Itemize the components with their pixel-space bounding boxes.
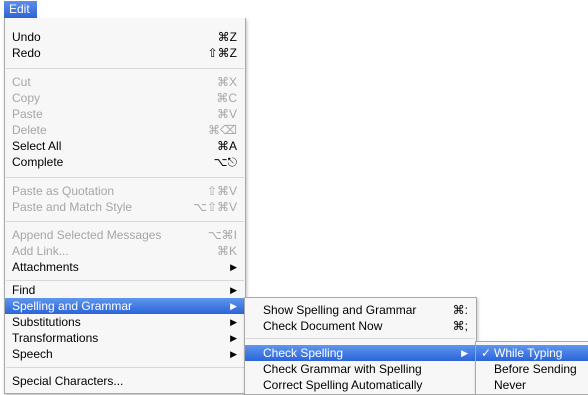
menu-item-paste-and-match-style[interactable]: Paste and Match Style ⌥⇧⌘V [5,199,245,215]
menu-item-label: Check Document Now [263,319,383,333]
menu-item-label: Find [12,283,36,297]
shortcut-label: ⌘X [216,75,237,89]
menu-item-label: Check Spelling [263,346,344,360]
shortcut-label: ⌘; [452,319,468,333]
menu-item-label: Redo [12,46,41,60]
menu-item-spelling-and-grammar[interactable]: Spelling and Grammar ▶ [5,298,245,314]
menu-item-check-spelling[interactable]: Check Spelling ▶ [245,345,476,361]
menu-item-label: Undo [12,30,41,44]
menu-item-check-document-now[interactable]: Check Document Now ⌘; [245,318,476,334]
menu-item-attachments[interactable]: Attachments ▶ [5,259,245,275]
menu-item-label: Never [494,378,527,392]
menu-item-label: Speech [12,347,53,361]
menu-item-undo[interactable]: Undo ⌘Z [5,29,245,45]
menu-separator [246,338,475,339]
menu-item-delete[interactable]: Delete ⌘⌫ [5,122,245,138]
menu-item-label: Attachments [12,260,79,274]
submenu-arrow-icon: ▶ [461,348,468,358]
menu-item-select-all[interactable]: Select All ⌘A [5,138,245,154]
submenu-arrow-icon: ▶ [230,301,237,311]
shortcut-label: ⌘⌫ [208,123,237,137]
menu-item-label: Check Grammar with Spelling [263,362,422,376]
menu-item-paste-as-quotation[interactable]: Paste as Quotation ⇧⌘V [5,183,245,199]
menu-item-label: Special Characters... [12,374,124,388]
submenu-arrow-icon: ▶ [230,333,237,343]
shortcut-label: ⌘A [216,139,237,153]
menu-item-check-grammar-with-spelling[interactable]: Check Grammar with Spelling [245,361,476,377]
menu-separator [6,280,244,281]
menu-item-cut[interactable]: Cut ⌘X [5,74,245,90]
menu-separator [6,177,244,178]
edit-menu-title[interactable]: Edit [4,1,37,18]
menu-item-correct-spelling-automatically[interactable]: Correct Spelling Automatically [245,377,476,393]
menu-item-label: Correct Spelling Automatically [263,378,423,392]
shortcut-label: ⇧⌘V [206,184,237,198]
menu-item-while-typing[interactable]: ✓ While Typing [476,345,588,361]
menu-item-label: Paste and Match Style [12,200,133,214]
menu-item-copy[interactable]: Copy ⌘C [5,90,245,106]
edit-menu: Undo ⌘Z Redo ⇧⌘Z Cut ⌘X Copy ⌘C Paste ⌘V Dele… [4,18,246,394]
menu-item-label: Show Spelling and Grammar [263,303,417,317]
menu-item-never[interactable]: Never [476,377,588,393]
menu-item-transformations[interactable]: Transformations ▶ [5,330,245,346]
menu-separator [6,221,244,222]
menu-item-label: Paste [12,107,43,121]
shortcut-label: ⌘: [452,303,468,317]
check-spelling-submenu: ✓ While Typing Before Sending Never [475,341,588,395]
menu-item-label: Complete [12,155,64,169]
menu-item-label: Select All [12,139,62,153]
submenu-arrow-icon: ▶ [230,349,237,359]
menu-item-paste[interactable]: Paste ⌘V [5,106,245,122]
spelling-and-grammar-submenu: Show Spelling and Grammar ⌘: Check Docume… [244,297,477,395]
submenu-arrow-icon: ▶ [230,285,237,295]
menu-item-add-link[interactable]: Add Link... ⌘K [5,243,245,259]
menu-item-label: Add Link... [12,244,69,258]
menu-item-append-selected-messages[interactable]: Append Selected Messages ⌥⌘I [5,227,245,243]
shortcut-label: ⌘C [216,91,237,105]
menu-item-label: Spelling and Grammar [12,299,133,313]
shortcut-label: ⌘Z [217,30,237,44]
shortcut-label: ⌥⎋ [213,155,237,169]
shortcut-label: ⌘V [216,107,237,121]
menu-item-label: While Typing [494,346,563,360]
menu-item-redo[interactable]: Redo ⇧⌘Z [5,45,245,61]
menu-item-label: Append Selected Messages [12,228,162,242]
menu-item-label: Delete [12,123,47,137]
menu-item-label: Transformations [12,331,99,345]
menu-item-find[interactable]: Find ▶ [5,282,245,298]
menu-item-before-sending[interactable]: Before Sending [476,361,588,377]
menu-item-speech[interactable]: Speech ▶ [5,346,245,362]
submenu-arrow-icon: ▶ [230,262,237,272]
menu-item-label: Copy [12,91,41,105]
menu-separator [6,68,244,69]
shortcut-label: ⌥⇧⌘V [193,200,237,214]
menu-item-show-spelling-and-grammar[interactable]: Show Spelling and Grammar ⌘: [245,302,476,318]
menu-item-label: Paste as Quotation [12,184,115,198]
submenu-arrow-icon: ▶ [230,317,237,327]
menu-item-special-characters[interactable]: Special Characters... [5,373,245,389]
menu-item-label: Substitutions [12,315,81,329]
menu-item-label: Before Sending [494,362,577,376]
checkmark-icon: ✓ [481,346,492,360]
shortcut-label: ⌥⌘I [207,228,237,242]
shortcut-label: ⇧⌘Z [207,46,237,60]
menu-separator [6,367,244,368]
menu-item-label: Cut [12,75,31,89]
menu-item-complete[interactable]: Complete ⌥⎋ [5,154,245,170]
shortcut-label: ⌘K [216,244,237,258]
menu-item-substitutions[interactable]: Substitutions ▶ [5,314,245,330]
